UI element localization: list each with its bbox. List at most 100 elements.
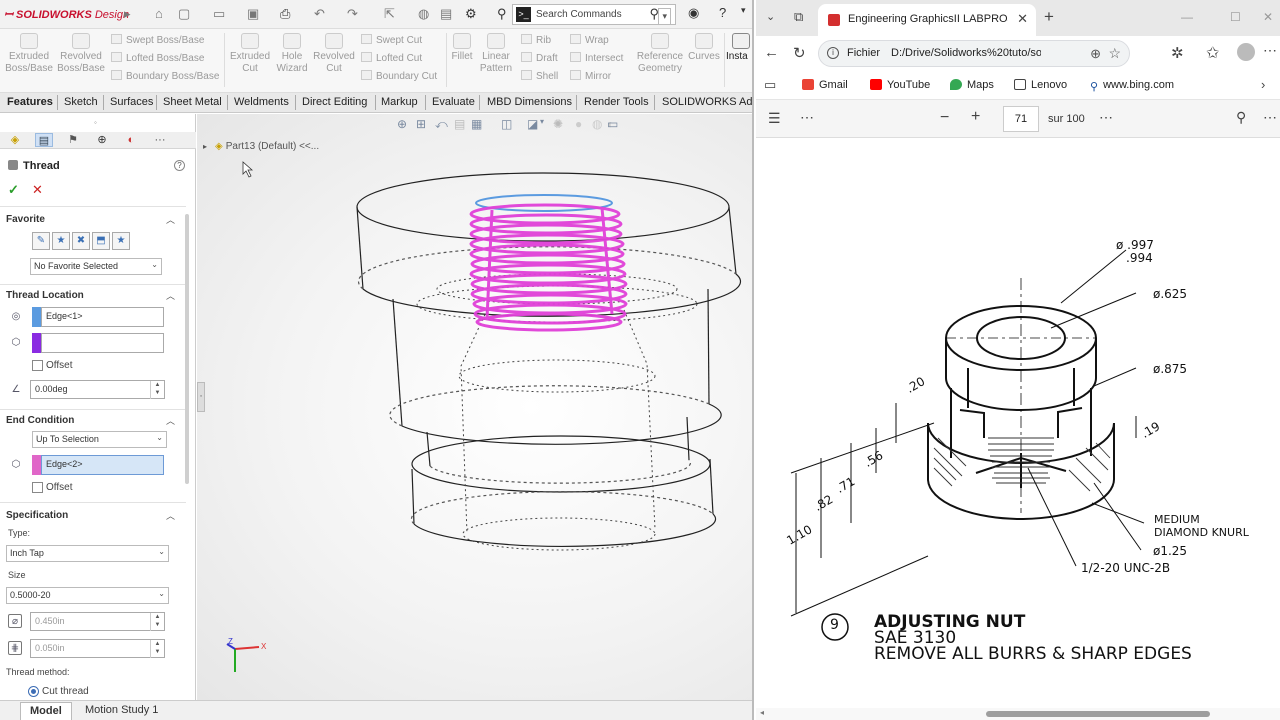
- bookmark-youtube[interactable]: YouTube: [870, 79, 930, 91]
- menu-arrow-icon[interactable]: ▸: [124, 6, 131, 22]
- lofted-boss-button[interactable]: Lofted Boss/Base: [111, 52, 204, 64]
- back-arrow-icon[interactable]: ←: [764, 44, 779, 61]
- instant3d-button[interactable]: Insta: [726, 33, 754, 63]
- new-tab-icon[interactable]: +: [1044, 7, 1054, 27]
- close-window-icon[interactable]: ✕: [1263, 10, 1273, 24]
- thread-location-header[interactable]: Thread Location: [6, 290, 84, 301]
- collapse-caret-icon[interactable]: ︿: [166, 213, 175, 226]
- panel-splitter-handle[interactable]: ◦: [197, 382, 205, 412]
- more-actions-icon[interactable]: ⋯: [1263, 109, 1277, 126]
- minimize-icon[interactable]: —: [1181, 10, 1193, 24]
- redo-icon[interactable]: ↷: [347, 6, 358, 22]
- save-icon[interactable]: ▣: [247, 6, 259, 22]
- tab-model[interactable]: Model: [20, 702, 72, 720]
- spinner-icon[interactable]: ▲ ▼: [150, 613, 164, 631]
- user-icon[interactable]: ◉: [688, 5, 699, 21]
- revolved-cut-button[interactable]: Revolved Cut: [312, 33, 356, 75]
- part-model[interactable]: X Z: [197, 114, 754, 700]
- rebuild-icon[interactable]: ◍: [418, 6, 429, 22]
- bookmark-lenovo[interactable]: Lenovo: [1014, 79, 1067, 91]
- solidworks-logo[interactable]: ꟷ꟟ SOLIDWORKS Design: [4, 7, 129, 22]
- configuration-manager-tab-icon[interactable]: ⚑: [64, 133, 82, 147]
- swept-cut-button[interactable]: Swept Cut: [361, 34, 422, 46]
- help-icon[interactable]: ?: [719, 5, 726, 20]
- revolved-boss-button[interactable]: Revolved Boss/Base: [56, 33, 106, 75]
- end-condition-header[interactable]: End Condition: [6, 415, 74, 426]
- dimxpert-tab-icon[interactable]: ⊕: [93, 133, 111, 147]
- mirror-button[interactable]: Mirror: [570, 70, 611, 82]
- search-commands[interactable]: >_ Search Commands ⚲ ▾: [512, 4, 676, 25]
- cut-thread-radio[interactable]: [28, 686, 39, 697]
- collapse-caret-icon[interactable]: ︿: [166, 289, 175, 302]
- draft-button[interactable]: Draft: [521, 52, 558, 64]
- cancel-x-icon[interactable]: ✕: [32, 182, 43, 198]
- tab-motion-study[interactable]: Motion Study 1: [76, 702, 167, 720]
- help-menu-icon[interactable]: ▾: [741, 5, 746, 16]
- spinner-icon[interactable]: ▲ ▼: [150, 640, 164, 658]
- tab-features[interactable]: Features: [7, 96, 53, 108]
- select-icon[interactable]: ⇱: [384, 6, 395, 22]
- tab-actions-chevron-icon[interactable]: ⌄: [766, 10, 775, 23]
- pitch-field[interactable]: 0.050in ▲ ▼: [30, 639, 165, 658]
- horizontal-scrollbar[interactable]: ◂: [756, 708, 1280, 720]
- zoom-out-icon[interactable]: −: [940, 109, 949, 127]
- more-menu-icon[interactable]: ⋯: [1263, 42, 1277, 59]
- specification-header[interactable]: Specification: [6, 510, 68, 521]
- shell-button[interactable]: Shell: [521, 70, 558, 82]
- thread-size-dropdown[interactable]: 0.5000-20 ⌄: [6, 587, 169, 604]
- pin-icon[interactable]: ⚲: [497, 6, 507, 22]
- diameter-field[interactable]: 0.450in ▲ ▼: [30, 612, 165, 631]
- optional-face-field[interactable]: [41, 333, 164, 353]
- extruded-boss-button[interactable]: Extruded Boss/Base: [4, 33, 54, 75]
- app-launcher-icon[interactable]: ▭: [764, 77, 776, 93]
- end-edge-field[interactable]: Edge<2>: [41, 455, 164, 475]
- property-manager-tab-icon[interactable]: ▤: [35, 133, 53, 147]
- tab-solidworks-addins[interactable]: SOLIDWORKS Add: [662, 96, 754, 108]
- more-options-icon[interactable]: ⋯: [1099, 109, 1113, 126]
- file-properties-icon[interactable]: ▤: [440, 6, 452, 22]
- open-icon[interactable]: ▭: [213, 6, 225, 22]
- scroll-left-icon[interactable]: ◂: [760, 708, 764, 717]
- help-icon[interactable]: ?: [174, 160, 185, 171]
- tab-render-tools[interactable]: Render Tools: [584, 96, 649, 108]
- tab-evaluate[interactable]: Evaluate: [432, 96, 475, 108]
- offset-checkbox[interactable]: [32, 360, 43, 371]
- start-angle-field[interactable]: 0.00deg ▲ ▼: [30, 380, 165, 399]
- thread-edge-field[interactable]: Edge<1>: [41, 307, 164, 327]
- more-tabs-icon[interactable]: ···: [151, 133, 169, 147]
- maximize-icon[interactable]: ☐: [1230, 10, 1241, 24]
- linear-pattern-button[interactable]: Linear Pattern: [478, 33, 514, 75]
- browser-tab[interactable]: Engineering GraphicsII LABPROJECT ✕: [818, 4, 1036, 36]
- bookmark-bing[interactable]: ⚲ www.bing.com: [1090, 79, 1174, 91]
- favorites-icon[interactable]: ✩: [1206, 43, 1219, 63]
- zoom-icon[interactable]: ⊕: [1090, 46, 1101, 62]
- spinner-icon[interactable]: ▲ ▼: [150, 381, 164, 399]
- bookmark-maps[interactable]: Maps: [950, 79, 994, 91]
- collapse-caret-icon[interactable]: ︿: [166, 509, 175, 522]
- url-field[interactable]: i Fichier D:/Drive/Solidworks%20tuto/sol…: [818, 40, 1130, 67]
- home-icon[interactable]: ⌂: [155, 6, 163, 21]
- save-favorite-icon[interactable]: ⬒: [92, 232, 110, 250]
- more-tools-icon[interactable]: ⋯: [800, 109, 814, 126]
- extruded-cut-button[interactable]: Extruded Cut: [228, 33, 272, 75]
- zoom-in-icon[interactable]: +: [971, 108, 980, 126]
- tab-sketch[interactable]: Sketch: [64, 96, 98, 108]
- graphics-area[interactable]: ⊕ ⊞ ⤺ ▤ ▦ ◫ ◪ ▾ ✺ ● ◍ ◐ ▭ ▸ ◈ Part13 (Defa…: [197, 114, 754, 700]
- delete-favorite-icon[interactable]: ✖: [72, 232, 90, 250]
- workspaces-icon[interactable]: ⧉: [794, 9, 803, 25]
- new-document-icon[interactable]: ▢: [178, 6, 190, 22]
- favorite-header[interactable]: Favorite: [6, 214, 45, 225]
- boundary-cut-button[interactable]: Boundary Cut: [361, 70, 437, 82]
- thread-type-dropdown[interactable]: Inch Tap ⌄: [6, 545, 169, 562]
- apply-defaults-icon[interactable]: ✎: [32, 232, 50, 250]
- lofted-cut-button[interactable]: Lofted Cut: [361, 52, 422, 64]
- page-number-input[interactable]: 71: [1003, 106, 1039, 132]
- scrollbar-thumb[interactable]: [986, 711, 1210, 717]
- tab-sheet-metal[interactable]: Sheet Metal: [163, 96, 222, 108]
- tab-weldments[interactable]: Weldments: [234, 96, 289, 108]
- more-bookmarks-chevron-icon[interactable]: ›: [1261, 77, 1265, 92]
- fillet-button[interactable]: Fillet: [448, 33, 476, 63]
- wrap-button[interactable]: Wrap: [570, 34, 609, 46]
- end-offset-checkbox[interactable]: [32, 482, 43, 493]
- info-icon[interactable]: i: [827, 47, 839, 59]
